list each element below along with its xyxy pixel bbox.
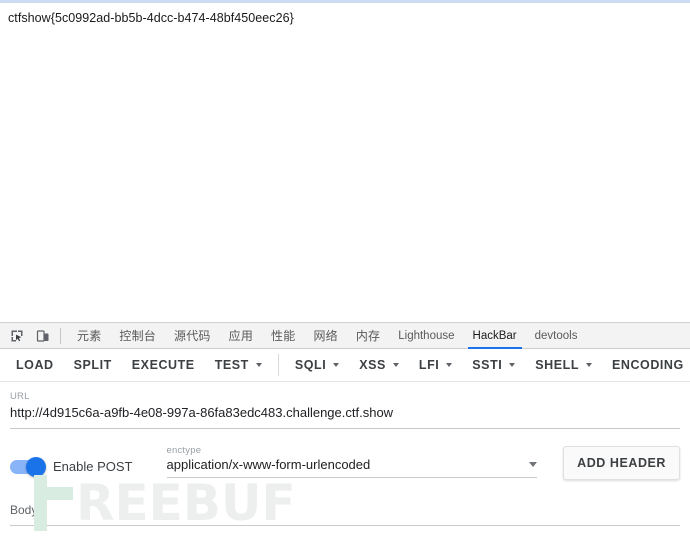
tab-hackbar[interactable]: HackBar [464,323,526,349]
enable-post-label: Enable POST [53,459,133,474]
ssti-menu-button[interactable]: SSTI [462,351,525,379]
encoding-menu-button[interactable]: ENCODING [602,351,690,379]
encoding-menu-label: ENCODING [612,358,684,372]
execute-button-label: EXECUTE [131,358,195,372]
hackbar-panel: LOAD SPLIT EXECUTE TEST SQLI XSS LFI SST… [0,349,690,540]
add-header-button[interactable]: ADD HEADER [563,446,680,480]
chevron-down-icon [446,363,453,367]
split-button[interactable]: SPLIT [64,351,122,379]
sqli-menu-button[interactable]: SQLI [285,351,349,379]
body-field-label: Body [10,503,38,517]
page-viewport: ctfshow{5c0992ad-bb5b-4dcc-b474-48bf450e… [0,3,690,322]
enctype-value[interactable]: application/x-www-form-urlencoded [167,457,522,472]
switch-knob [26,456,46,477]
test-menu-button[interactable]: TEST [205,351,272,379]
devtools-tab-list: 元素 控制台 源代码 应用 性能 网络 内存 Lighthouse HackBa… [68,323,586,349]
chevron-down-icon [509,363,516,367]
chevron-down-icon [333,363,340,367]
tab-devtools[interactable]: devtools [526,323,587,349]
tab-performance[interactable]: 性能 [262,323,304,349]
xss-menu-button[interactable]: XSS [349,351,409,379]
inspect-element-icon[interactable] [4,324,30,348]
toolbar-separator [277,354,279,376]
lfi-menu-label: LFI [418,358,440,372]
tab-console[interactable]: 控制台 [110,323,165,349]
devtools-toolbar-separator [60,327,61,344]
load-button[interactable]: LOAD [6,351,64,379]
body-field-underline [10,525,680,526]
load-button-label: LOAD [16,358,54,372]
url-field-label: URL [10,391,30,402]
url-field-underline [10,428,680,429]
shell-menu-button[interactable]: SHELL [525,351,602,379]
sqli-menu-label: SQLI [294,358,327,372]
enable-post-toggle[interactable]: Enable POST [10,456,133,478]
chevron-down-icon [255,363,262,367]
enable-post-switch[interactable] [10,456,46,477]
shell-menu-label: SHELL [535,358,580,372]
url-field[interactable]: URL http://4d915c6a-a9fb-4e08-997a-86fa8… [10,382,680,429]
tab-lighthouse[interactable]: Lighthouse [389,323,463,349]
body-field[interactable]: Body [10,500,680,526]
devtools-panel: 元素 控制台 源代码 应用 性能 网络 内存 Lighthouse HackBa… [0,322,690,540]
post-options-row: Enable POST enctype application/x-www-fo… [0,445,690,480]
flag-text: ctfshow{5c0992ad-bb5b-4dcc-b474-48bf450e… [8,11,294,25]
tab-network[interactable]: 网络 [304,323,346,349]
tab-elements[interactable]: 元素 [68,323,110,349]
tab-application[interactable]: 应用 [220,323,262,349]
ssti-menu-label: SSTI [472,358,503,372]
chevron-down-icon [586,363,593,367]
chevron-down-icon [392,363,399,367]
chevron-down-icon[interactable] [529,462,538,467]
split-button-label: SPLIT [73,358,112,372]
url-input[interactable]: http://4d915c6a-a9fb-4e08-997a-86fa83edc… [10,403,680,423]
devtools-tabstrip: 元素 控制台 源代码 应用 性能 网络 内存 Lighthouse HackBa… [0,323,690,349]
execute-button[interactable]: EXECUTE [122,351,205,379]
hackbar-toolbar: LOAD SPLIT EXECUTE TEST SQLI XSS LFI SST… [0,349,690,382]
tab-memory[interactable]: 内存 [347,323,389,349]
enctype-label: enctype [166,445,202,456]
device-toolbar-icon[interactable] [30,324,56,348]
enctype-field-underline [166,477,538,478]
add-header-button-label: ADD HEADER [577,456,666,470]
tab-sources[interactable]: 源代码 [165,323,220,349]
lfi-menu-button[interactable]: LFI [409,351,462,379]
enctype-select[interactable]: enctype application/x-www-form-urlencode… [166,445,538,478]
xss-menu-label: XSS [359,358,386,372]
test-menu-label: TEST [214,358,249,372]
